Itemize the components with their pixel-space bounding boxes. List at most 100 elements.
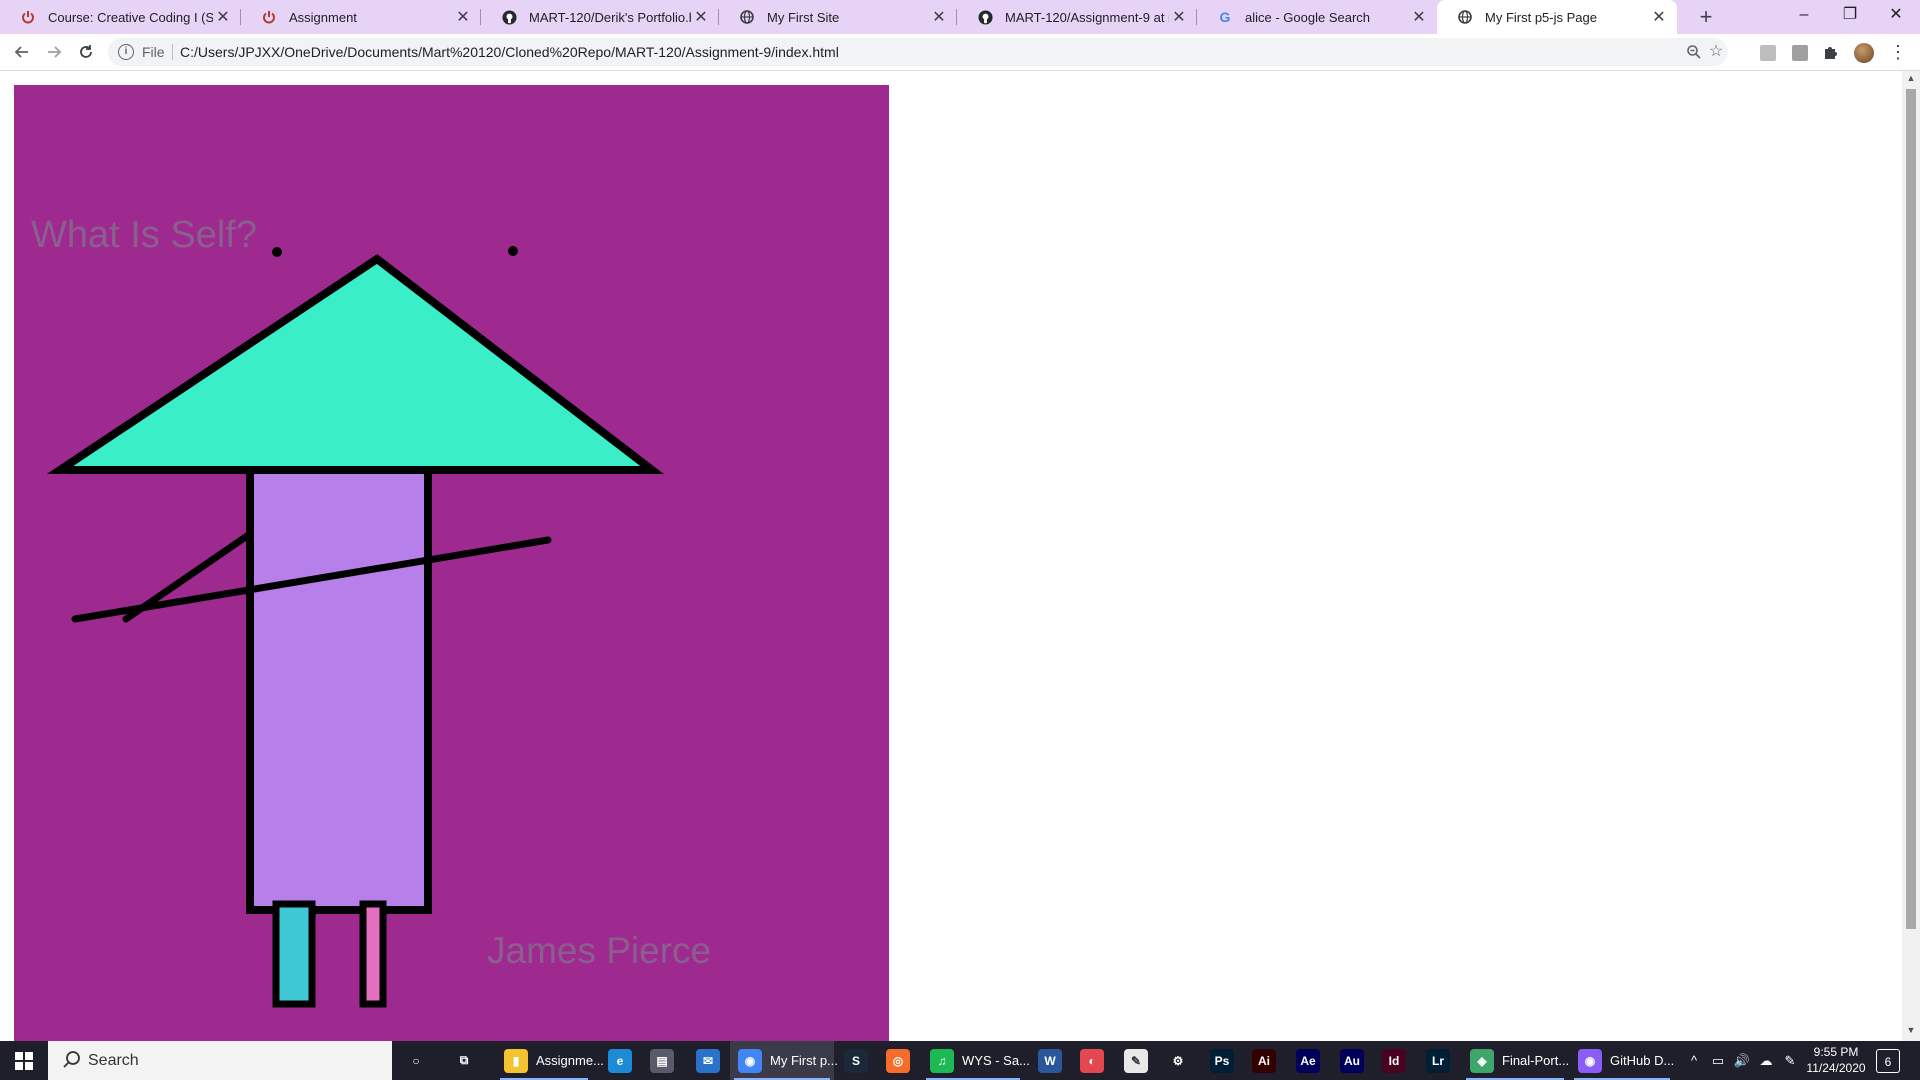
final-portfolio-icon: ◈ [1470,1048,1494,1073]
taskbar-steam[interactable]: S [836,1041,876,1080]
extension-1-icon[interactable] [1758,43,1778,63]
taskbar-notepad[interactable]: ✎ [1116,1041,1156,1080]
taskbar-audition[interactable]: Au [1332,1041,1372,1080]
taskbar-file-explorer[interactable]: ▮ Assignme... [496,1041,604,1080]
extension-2-icon[interactable] [1790,43,1810,63]
taskbar-indesign[interactable]: Id [1374,1041,1414,1080]
taskbar-illustrator[interactable]: Ai [1244,1041,1284,1080]
taskbar-chrome[interactable]: ◉ My First p... [730,1041,838,1080]
tab-3[interactable]: MART-120/Derik's Portfolio.html✕ [481,0,719,34]
taskbar-label: WYS - Sa... [962,1053,1030,1068]
taskbar-mail[interactable]: ✉ [686,1041,730,1080]
tab-title: MART-120/Derik's Portfolio.html [529,9,691,25]
close-tab-icon[interactable]: ✕ [213,7,233,27]
close-tab-icon[interactable]: ✕ [1649,7,1669,27]
site-info-icon[interactable]: i [118,44,134,60]
windows-taskbar: Search ○ ⧉ ▮ Assignme... e ▤ ✉ ◉ My First p... S ◎… [0,1041,1920,1080]
taskbar-store[interactable]: ▤ [642,1041,682,1080]
browser-toolbar: i File C:/Users/JPJXX/OneDrive/Documents… [0,34,1920,71]
settings-app-icon: ⚙ [1166,1048,1190,1073]
tab-7[interactable]: My First p5-js Page ✕ [1437,0,1677,34]
restore-button[interactable]: ❐ [1827,0,1873,34]
taskbar-label: Assignme... [536,1053,604,1068]
scrollbar-thumb[interactable] [1906,89,1916,929]
taskbar-edge[interactable]: e [600,1041,640,1080]
leg-left [272,900,316,1008]
scroll-up-icon[interactable]: ▲ [1902,73,1920,87]
reload-button[interactable] [72,38,100,66]
after-effects-icon: Ae [1296,1048,1320,1073]
cortana-icon: ○ [404,1048,428,1073]
taskbar-final-portfolio[interactable]: ◈ Final-Port... [1462,1041,1570,1080]
close-window-button[interactable]: ✕ [1873,0,1919,34]
onedrive-icon[interactable]: ☁ [1756,1051,1776,1071]
taskbar-cortana[interactable]: ○ [392,1041,440,1080]
lightroom-icon: Lr [1426,1048,1450,1073]
close-tab-icon[interactable]: ✕ [1169,7,1189,27]
taskbar-lightroom[interactable]: Lr [1418,1041,1458,1080]
store-icon: ▤ [650,1048,674,1073]
extensions-puzzle-icon[interactable] [1822,43,1842,63]
eye-left [272,247,282,257]
taskbar-label: GitHub D... [1610,1053,1675,1068]
profile-avatar[interactable] [1854,43,1874,63]
notification-center-button[interactable]: 6 [1876,1049,1900,1073]
taskbar-task-view[interactable]: ⧉ [440,1041,488,1080]
pen-icon[interactable]: ✎ [1780,1051,1800,1071]
browser-menu-icon[interactable]: ⋮ [1888,43,1908,63]
taskbar-origin[interactable]: ◎ [878,1041,918,1080]
taskbar-creative-cloud[interactable]: ◐ [1072,1041,1112,1080]
tab-title: My First p5-js Page [1485,9,1597,25]
url-text[interactable]: C:/Users/JPJXX/OneDrive/Documents/Mart%2… [180,44,839,60]
bookmark-star-icon[interactable]: ☆ [1706,42,1726,62]
taskbar-settings-app[interactable]: ⚙ [1158,1041,1198,1080]
zoom-icon[interactable] [1684,42,1704,62]
tab-title: My First Site [767,9,840,25]
close-tab-icon[interactable]: ✕ [929,7,949,27]
address-bar[interactable]: i File C:/Users/JPJXX/OneDrive/Documents… [108,38,1728,66]
eye-right [508,246,518,256]
forward-button[interactable] [40,38,68,66]
chrome-icon: ◉ [738,1048,762,1073]
taskbar-github-desktop[interactable]: ◉ GitHub D... [1570,1041,1674,1080]
tab-strip: Course: Creative Coding I (Sect: 5✕Assig… [0,0,1920,34]
tab-2[interactable]: Assignment ✕ [241,0,481,34]
tab-5[interactable]: MART-120/Assignment-9 at mast✕ [957,0,1197,34]
page-scrollbar[interactable]: ▲ ▼ [1902,71,1920,1041]
tab-title: MART-120/Assignment-9 at mast [1005,9,1169,25]
tab-4[interactable]: My First Site ✕ [719,0,957,34]
edge-icon: e [608,1048,632,1073]
show-hidden-icons-icon[interactable]: ^ [1684,1051,1704,1071]
url-scheme-label: File [142,44,165,60]
origin-icon: ◎ [886,1048,910,1073]
start-button[interactable] [0,1041,48,1080]
creative-cloud-icon: ◐ [1080,1048,1104,1073]
close-tab-icon[interactable]: ✕ [453,7,473,27]
github-icon [977,9,993,25]
new-tab-button[interactable]: + [1693,4,1719,30]
tab-6[interactable]: Galice - Google Search ✕ [1197,0,1437,34]
network-icon[interactable]: ▭ [1708,1051,1728,1071]
scroll-down-icon[interactable]: ▼ [1902,1025,1920,1039]
task-view-icon: ⧉ [452,1048,476,1073]
taskbar-after-effects[interactable]: Ae [1288,1041,1328,1080]
tab-title: alice - Google Search [1245,9,1371,25]
taskbar-word[interactable]: W [1030,1041,1070,1080]
back-button[interactable] [8,38,36,66]
taskbar-clock[interactable]: 9:55 PM 11/24/2020 [1800,1044,1872,1076]
taskbar-label: Final-Port... [1502,1053,1570,1068]
volume-icon[interactable]: 🔊 [1732,1051,1752,1071]
clock-time: 9:55 PM [1813,1045,1859,1059]
power-icon [20,9,36,25]
globe-icon [1457,9,1473,25]
close-tab-icon[interactable]: ✕ [1409,7,1429,27]
taskbar-photoshop[interactable]: Ps [1202,1041,1242,1080]
close-tab-icon[interactable]: ✕ [691,7,711,27]
taskbar-spotify[interactable]: ♫ WYS - Sa... [922,1041,1030,1080]
taskbar-search-box[interactable]: Search [48,1041,392,1080]
audition-icon: Au [1340,1048,1364,1073]
minimize-button[interactable]: – [1781,0,1827,34]
globe-icon [739,9,755,25]
clock-date: 11/24/2020 [1806,1061,1866,1075]
tab-1[interactable]: Course: Creative Coding I (Sect: 5✕ [0,0,241,34]
